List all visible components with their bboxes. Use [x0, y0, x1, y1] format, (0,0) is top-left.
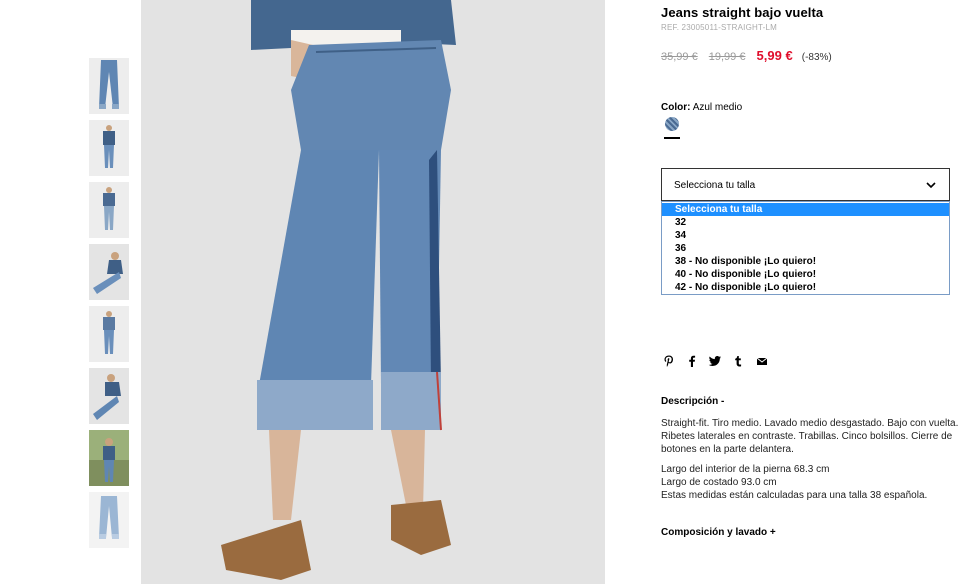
composition-toggle[interactable]: Composición y lavado +	[661, 527, 776, 538]
size-dropdown-list: Selecciona tu talla 32 34 36 38 - No dis…	[661, 201, 950, 295]
color-row: Color: Azul medio	[661, 102, 742, 113]
measure-note: Estas medidas están calculadas para una …	[661, 490, 928, 501]
model-outdoor-thumb	[89, 430, 129, 486]
discount-badge: (-83%)	[801, 52, 832, 63]
color-swatch-azul-medio[interactable]	[665, 117, 679, 131]
model-sitting-thumb-2	[89, 368, 129, 424]
pinterest-icon[interactable]	[662, 354, 676, 368]
thumbnail-8[interactable]	[89, 492, 129, 548]
size-option-36[interactable]: 36	[662, 242, 949, 255]
measure-inseam: Largo del interior de la pierna 68.3 cm	[661, 464, 830, 475]
size-select-label: Selecciona tu talla	[674, 180, 756, 191]
color-value: Azul medio	[692, 102, 743, 113]
model-sitting-thumb	[89, 244, 129, 300]
description-body: Straight-fit. Tiro medio. Lavado medio d…	[661, 417, 961, 502]
model-full-thumb	[89, 120, 129, 176]
chevron-down-icon	[926, 182, 936, 189]
model-full-thumb-3	[89, 306, 129, 362]
swatch-selected-indicator	[664, 137, 680, 139]
thumbnail-7[interactable]	[89, 430, 129, 486]
thumbnail-2[interactable]	[89, 120, 129, 176]
description-toggle[interactable]: Descripción -	[661, 396, 724, 407]
product-reference: REF. 23005011-STRAIGHT-LM	[661, 23, 778, 32]
size-option-34[interactable]: 34	[662, 229, 949, 242]
price-original: 35,99 €	[661, 51, 698, 63]
tumblr-icon[interactable]	[731, 354, 745, 368]
model-jeans-illustration	[141, 0, 605, 584]
size-option-38[interactable]: 38 - No disponible ¡Lo quiero!	[662, 255, 949, 268]
thumbnail-1[interactable]	[89, 58, 129, 114]
jeans-flat-thumb	[89, 492, 129, 548]
size-select[interactable]: Selecciona tu talla	[661, 168, 950, 201]
email-icon[interactable]	[755, 354, 769, 368]
thumbnail-6[interactable]	[89, 368, 129, 424]
color-label: Color:	[661, 102, 691, 113]
model-full-thumb-2	[89, 182, 129, 238]
twitter-icon[interactable]	[708, 354, 722, 368]
size-option-42[interactable]: 42 - No disponible ¡Lo quiero!	[662, 281, 949, 294]
measure-outseam: Largo de costado 93.0 cm	[661, 477, 777, 488]
thumbnail-5[interactable]	[89, 306, 129, 362]
price-block: 35,99 € 19,99 € 5,99 € (-83%)	[661, 48, 832, 63]
product-title: Jeans straight bajo vuelta	[661, 5, 824, 20]
facebook-icon[interactable]	[685, 354, 699, 368]
size-option-32[interactable]: 32	[662, 216, 949, 229]
jeans-front-thumb	[89, 58, 129, 114]
size-option-placeholder[interactable]: Selecciona tu talla	[662, 203, 949, 216]
price-previous: 19,99 €	[708, 51, 746, 63]
size-option-40[interactable]: 40 - No disponible ¡Lo quiero!	[662, 268, 949, 281]
price-current: 5,99 €	[756, 48, 793, 63]
main-product-image[interactable]	[141, 0, 605, 584]
thumbnail-3[interactable]	[89, 182, 129, 238]
thumbnail-4[interactable]	[89, 244, 129, 300]
description-text: Straight-fit. Tiro medio. Lavado medio d…	[661, 418, 959, 455]
